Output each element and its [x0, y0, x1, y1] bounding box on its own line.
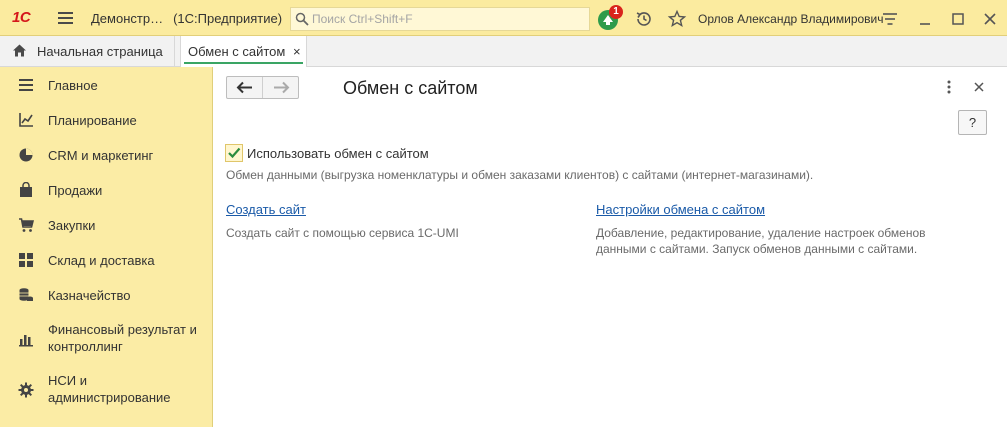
main-menu-icon[interactable]: [58, 12, 73, 24]
use-site-exchange-description: Обмен данными (выгрузка номенклатуры и о…: [226, 168, 814, 182]
app-logo[interactable]: 1С: [12, 9, 31, 26]
sidebar-item-admin[interactable]: НСИ и администрирование: [0, 373, 212, 407]
search-box[interactable]: [290, 7, 590, 31]
tab-site-exchange-label: Обмен с сайтом: [188, 44, 286, 59]
search-input[interactable]: [312, 10, 582, 28]
sidebar-item-sales[interactable]: Продажи: [0, 182, 212, 200]
help-button[interactable]: ?: [958, 110, 987, 135]
gear-icon: [18, 382, 34, 398]
home-icon: [13, 44, 26, 57]
sidebar-item-label: CRM и маркетинг: [48, 148, 154, 163]
sidebar-item-financial-result[interactable]: Финансовый результат и контроллинг: [0, 322, 212, 356]
history-icon[interactable]: [634, 9, 654, 29]
checkmark-icon: [228, 147, 241, 159]
sidebar-item-label-line1: Финансовый результат и: [48, 322, 197, 337]
sidebar-item-planning[interactable]: Планирование: [0, 112, 212, 130]
arrow-right-icon: [274, 81, 290, 94]
sidebar-item-label: Склад и доставка: [48, 253, 155, 268]
exchange-settings-description-line2: данными с сайтами. Запуск обменов данным…: [596, 242, 918, 256]
sidebar-item-label-line2: администрирование: [48, 390, 171, 405]
sidebar-item-purchases[interactable]: Закупки: [0, 217, 212, 235]
sidebar-item-label-line1: НСИ и: [48, 373, 87, 388]
notification-badge: 1: [609, 5, 623, 19]
coins-icon: [19, 288, 33, 301]
sidebar-item-label-line2: контроллинг: [48, 339, 123, 354]
sidebar-item-label: Главное: [48, 78, 98, 93]
forward-button[interactable]: [263, 77, 299, 98]
sidebar-item-main[interactable]: Главное: [0, 77, 212, 95]
pie-chart-icon: [19, 148, 33, 162]
form-close-icon[interactable]: [971, 78, 987, 96]
sidebar-item-warehouse[interactable]: Склад и доставка: [0, 252, 212, 270]
use-site-exchange-checkbox[interactable]: [225, 144, 243, 162]
tab-bar: Начальная страница Обмен с сайтом ×: [0, 36, 1007, 67]
cart-icon: [19, 218, 34, 232]
back-button[interactable]: [227, 77, 263, 98]
window-close-icon[interactable]: [980, 9, 1000, 29]
tab-home-label: Начальная страница: [37, 44, 163, 59]
sidebar-item-label: Закупки: [48, 218, 96, 233]
sidebar-item-treasury[interactable]: Казначейство: [0, 287, 212, 305]
use-site-exchange-label[interactable]: Использовать обмен с сайтом: [247, 146, 429, 161]
star-icon[interactable]: [667, 9, 687, 29]
notifications-button[interactable]: 1: [597, 5, 623, 31]
app-title-name: Демонстр…: [91, 11, 164, 26]
tab-close-icon[interactable]: ×: [293, 44, 301, 59]
warehouse-grid-icon: [19, 253, 33, 267]
sidebar: Главное Планирование CRM и маркетинг Про…: [0, 67, 213, 427]
tab-home[interactable]: Начальная страница: [0, 36, 175, 66]
planning-chart-icon: [19, 113, 33, 127]
navigation-buttons: [226, 76, 299, 99]
app-title: Демонстр… (1С:Предприятие): [91, 11, 282, 26]
shopping-bag-icon: [20, 182, 32, 197]
search-icon: [295, 12, 309, 26]
maximize-icon[interactable]: [948, 9, 968, 29]
settings-lines-icon[interactable]: [880, 9, 900, 29]
exchange-settings-description-line1: Добавление, редактирование, удаление нас…: [596, 226, 926, 240]
sidebar-item-label: Казначейство: [48, 288, 131, 303]
app-title-platform: (1С:Предприятие): [173, 11, 283, 26]
create-site-link[interactable]: Создать сайт: [226, 202, 306, 217]
minimize-icon[interactable]: [915, 9, 935, 29]
bar-chart-icon: [19, 335, 33, 347]
tab-site-exchange[interactable]: Обмен с сайтом ×: [180, 36, 307, 67]
sidebar-item-label: Продажи: [48, 183, 103, 198]
sidebar-item-label: Планирование: [48, 113, 137, 128]
sidebar-item-crm[interactable]: CRM и маркетинг: [0, 147, 212, 165]
arrow-left-icon: [236, 81, 252, 94]
top-bar: 1С Демонстр… (1С:Предприятие) 1 Орлов Але…: [0, 0, 1007, 36]
page-title: Обмен с сайтом: [343, 78, 478, 98]
active-tab-indicator: [184, 62, 303, 64]
more-actions-icon[interactable]: [941, 78, 957, 96]
user-name[interactable]: Орлов Александр Владимирович: [698, 12, 884, 26]
menu-lines-icon: [19, 79, 33, 91]
exchange-settings-link[interactable]: Настройки обмена с сайтом: [596, 202, 765, 217]
create-site-description: Создать сайт с помощью сервиса 1С-UMI: [226, 226, 459, 240]
